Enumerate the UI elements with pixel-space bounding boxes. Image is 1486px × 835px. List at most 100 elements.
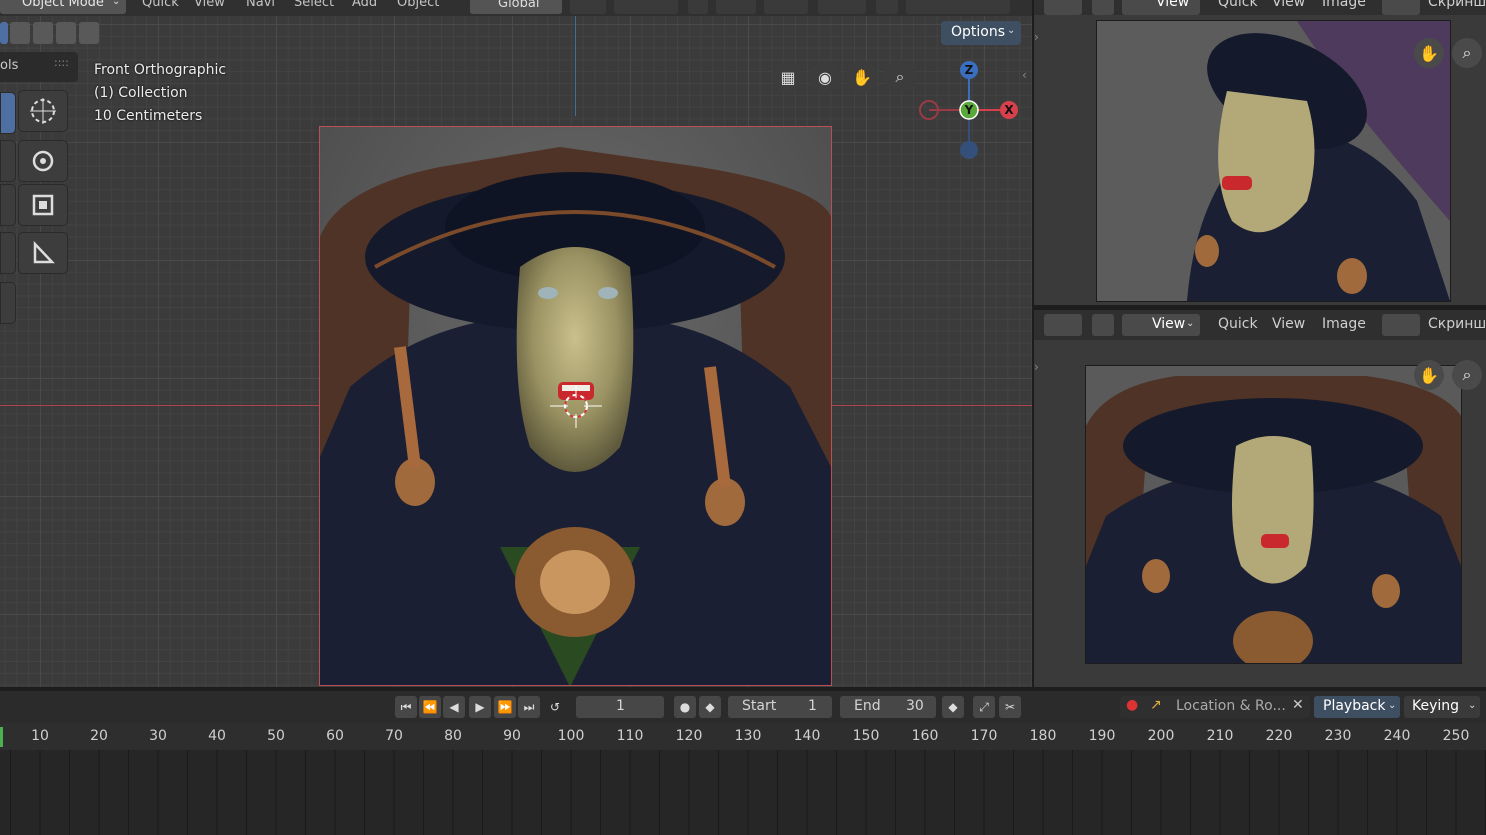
transform-tool[interactable] [0, 184, 16, 226]
pan-hand-icon[interactable]: ✋ [846, 61, 878, 93]
zoom-icon[interactable]: ⌕ [1452, 360, 1482, 390]
pivot-icon[interactable] [570, 0, 606, 14]
menu-quick[interactable]: Quick [1218, 0, 1258, 10]
shading-mode-icons[interactable] [906, 0, 1010, 14]
ruler-tick-label: 120 [675, 728, 703, 744]
select-intersect-icon[interactable] [56, 22, 76, 44]
render-preview-front [1086, 366, 1461, 663]
current-frame-field[interactable]: 1 [576, 696, 664, 718]
proportional-edit-icon[interactable] [688, 0, 708, 14]
snap-icon[interactable] [614, 0, 678, 14]
view-label: View [1152, 316, 1186, 332]
keyframe-marker-icon[interactable]: ◆ [699, 696, 721, 718]
viewport-info: Front Orthographic (1) Collection 10 Cen… [94, 59, 226, 128]
play-reverse-icon[interactable]: ◀ [443, 696, 465, 718]
select-box-tool[interactable] [0, 92, 16, 134]
options-dropdown[interactable]: Options ⌄ [941, 21, 1021, 45]
annotate-tool[interactable] [0, 232, 16, 274]
grid-toggle-icon[interactable]: ▦ [772, 61, 804, 93]
image-browse-icon[interactable] [1382, 0, 1420, 15]
clear-keyframe-icon[interactable]: ✂ [999, 696, 1021, 718]
menu-view[interactable]: View [1272, 0, 1305, 10]
select-tool-icon[interactable] [716, 0, 756, 14]
orientation-select[interactable]: Global [470, 0, 562, 14]
start-frame-field[interactable]: Start 1 [728, 696, 832, 718]
jump-keyframe-back-icon[interactable]: ⏪ [419, 696, 441, 718]
rotate-icon [32, 150, 54, 172]
zoom-icon[interactable]: ⌕ [1452, 38, 1482, 68]
jump-keyframe-forward-icon[interactable]: ⏩ [494, 696, 516, 718]
pan-hand-icon[interactable]: ✋ [1414, 360, 1444, 390]
checker-icon[interactable] [1092, 314, 1114, 336]
checker-icon[interactable] [1092, 0, 1114, 15]
axis-navigation-gizmo[interactable]: Z X Y [915, 58, 1025, 163]
playhead[interactable] [0, 727, 3, 747]
keyframe-filter-icon[interactable]: ◆ [942, 696, 964, 718]
toolbar-toggle-icon[interactable]: › [1034, 30, 1039, 44]
scale-tool[interactable] [18, 184, 68, 226]
end-frame-field[interactable]: End 30 [840, 696, 936, 718]
move-tool[interactable] [0, 140, 16, 182]
menu-view[interactable]: View [194, 0, 225, 10]
scale-icon [32, 194, 54, 216]
jump-start-icon[interactable]: ⏮ [395, 696, 417, 718]
selection-mode-strip [0, 22, 104, 50]
keying-set-field[interactable]: ● ↗ Location & Ro... ✕ [1120, 696, 1310, 718]
zoom-icon[interactable]: ⌕ [884, 61, 916, 93]
timeline-body[interactable] [0, 750, 1486, 835]
select-extend-icon[interactable] [10, 22, 30, 44]
3d-viewport[interactable]: Front Orthographic (1) Collection 10 Cen… [0, 16, 1032, 687]
sidebar-toggle-icon[interactable]: ‹ [1022, 68, 1027, 82]
ruler-tick-label: 140 [793, 728, 821, 744]
view-dropdown[interactable]: View [1122, 0, 1200, 15]
ruler-tick-label: 50 [267, 728, 285, 744]
pan-hand-icon[interactable]: ✋ [1414, 38, 1444, 68]
select-subtract-icon[interactable] [33, 22, 53, 44]
tools-panel-tab[interactable]: ols :::: [0, 52, 78, 82]
image-name[interactable]: Скриншо [1428, 316, 1486, 332]
add-cube-tool[interactable] [0, 282, 16, 324]
current-frame-value: 1 [616, 698, 625, 714]
select-new-icon[interactable] [0, 22, 8, 44]
xray-toggle-icon[interactable] [876, 0, 898, 14]
3d-cursor-icon [550, 386, 602, 428]
keying-menu[interactable]: Keying ⌄ [1404, 696, 1480, 718]
editor-type-icon[interactable] [1044, 0, 1082, 15]
image-editor-bottom[interactable]: View ⌄ Quick View Image Скриншо › ✋ ⌕ [1034, 310, 1486, 687]
view-dropdown[interactable]: View ⌄ [1122, 314, 1200, 336]
ruler-tick-label: 90 [503, 728, 521, 744]
editor-type-icon[interactable] [1044, 314, 1082, 336]
image-editor-top[interactable]: View Quick View Image Скриншо › ✋ ⌕ [1034, 0, 1486, 305]
overlay-toggle-icon[interactable] [818, 0, 866, 14]
mode-select[interactable]: Object Mode ⌄ [0, 0, 126, 14]
gizmo-toggle-icon[interactable] [764, 0, 808, 14]
menu-object[interactable]: Object [397, 0, 439, 10]
menu-navi[interactable]: Navi [246, 0, 275, 10]
measure-tool[interactable] [18, 232, 68, 274]
play-icon[interactable]: ▶ [469, 696, 491, 718]
camera-view-icon[interactable]: ◉ [809, 61, 841, 93]
menu-add[interactable]: Add [352, 0, 377, 10]
menu-quick[interactable]: Quick [142, 0, 179, 10]
playback-menu[interactable]: Playback ⌄ [1314, 696, 1400, 718]
jump-end-icon[interactable]: ⏭ [518, 696, 540, 718]
menu-view[interactable]: View [1272, 316, 1305, 332]
menu-select[interactable]: Select [294, 0, 334, 10]
image-name[interactable]: Скриншо [1428, 0, 1486, 10]
ruler-tick-label: 180 [1029, 728, 1057, 744]
menu-image[interactable]: Image [1322, 316, 1366, 332]
grid-scale: 10 Centimeters [94, 108, 203, 124]
auto-keying-icon[interactable]: ● [674, 696, 696, 718]
rotate-tool[interactable] [18, 140, 68, 182]
select-invert-icon[interactable] [79, 22, 99, 44]
loop-icon[interactable]: ↺ [544, 696, 566, 718]
menu-image[interactable]: Image [1322, 0, 1366, 10]
mode-label: Object Mode [22, 0, 104, 10]
motion-path-icon[interactable]: ⤢ [973, 696, 995, 718]
menu-quick[interactable]: Quick [1218, 316, 1258, 332]
image-browse-icon[interactable] [1382, 314, 1420, 336]
timeline-ruler[interactable]: 10 20 30 40 50 60 70 80 90 100 110 120 130 140 150 160 1… [0, 723, 1486, 750]
toolbar-toggle-icon[interactable]: › [1034, 360, 1039, 374]
cursor-tool[interactable] [18, 90, 68, 132]
close-icon[interactable]: ✕ [1292, 697, 1304, 713]
